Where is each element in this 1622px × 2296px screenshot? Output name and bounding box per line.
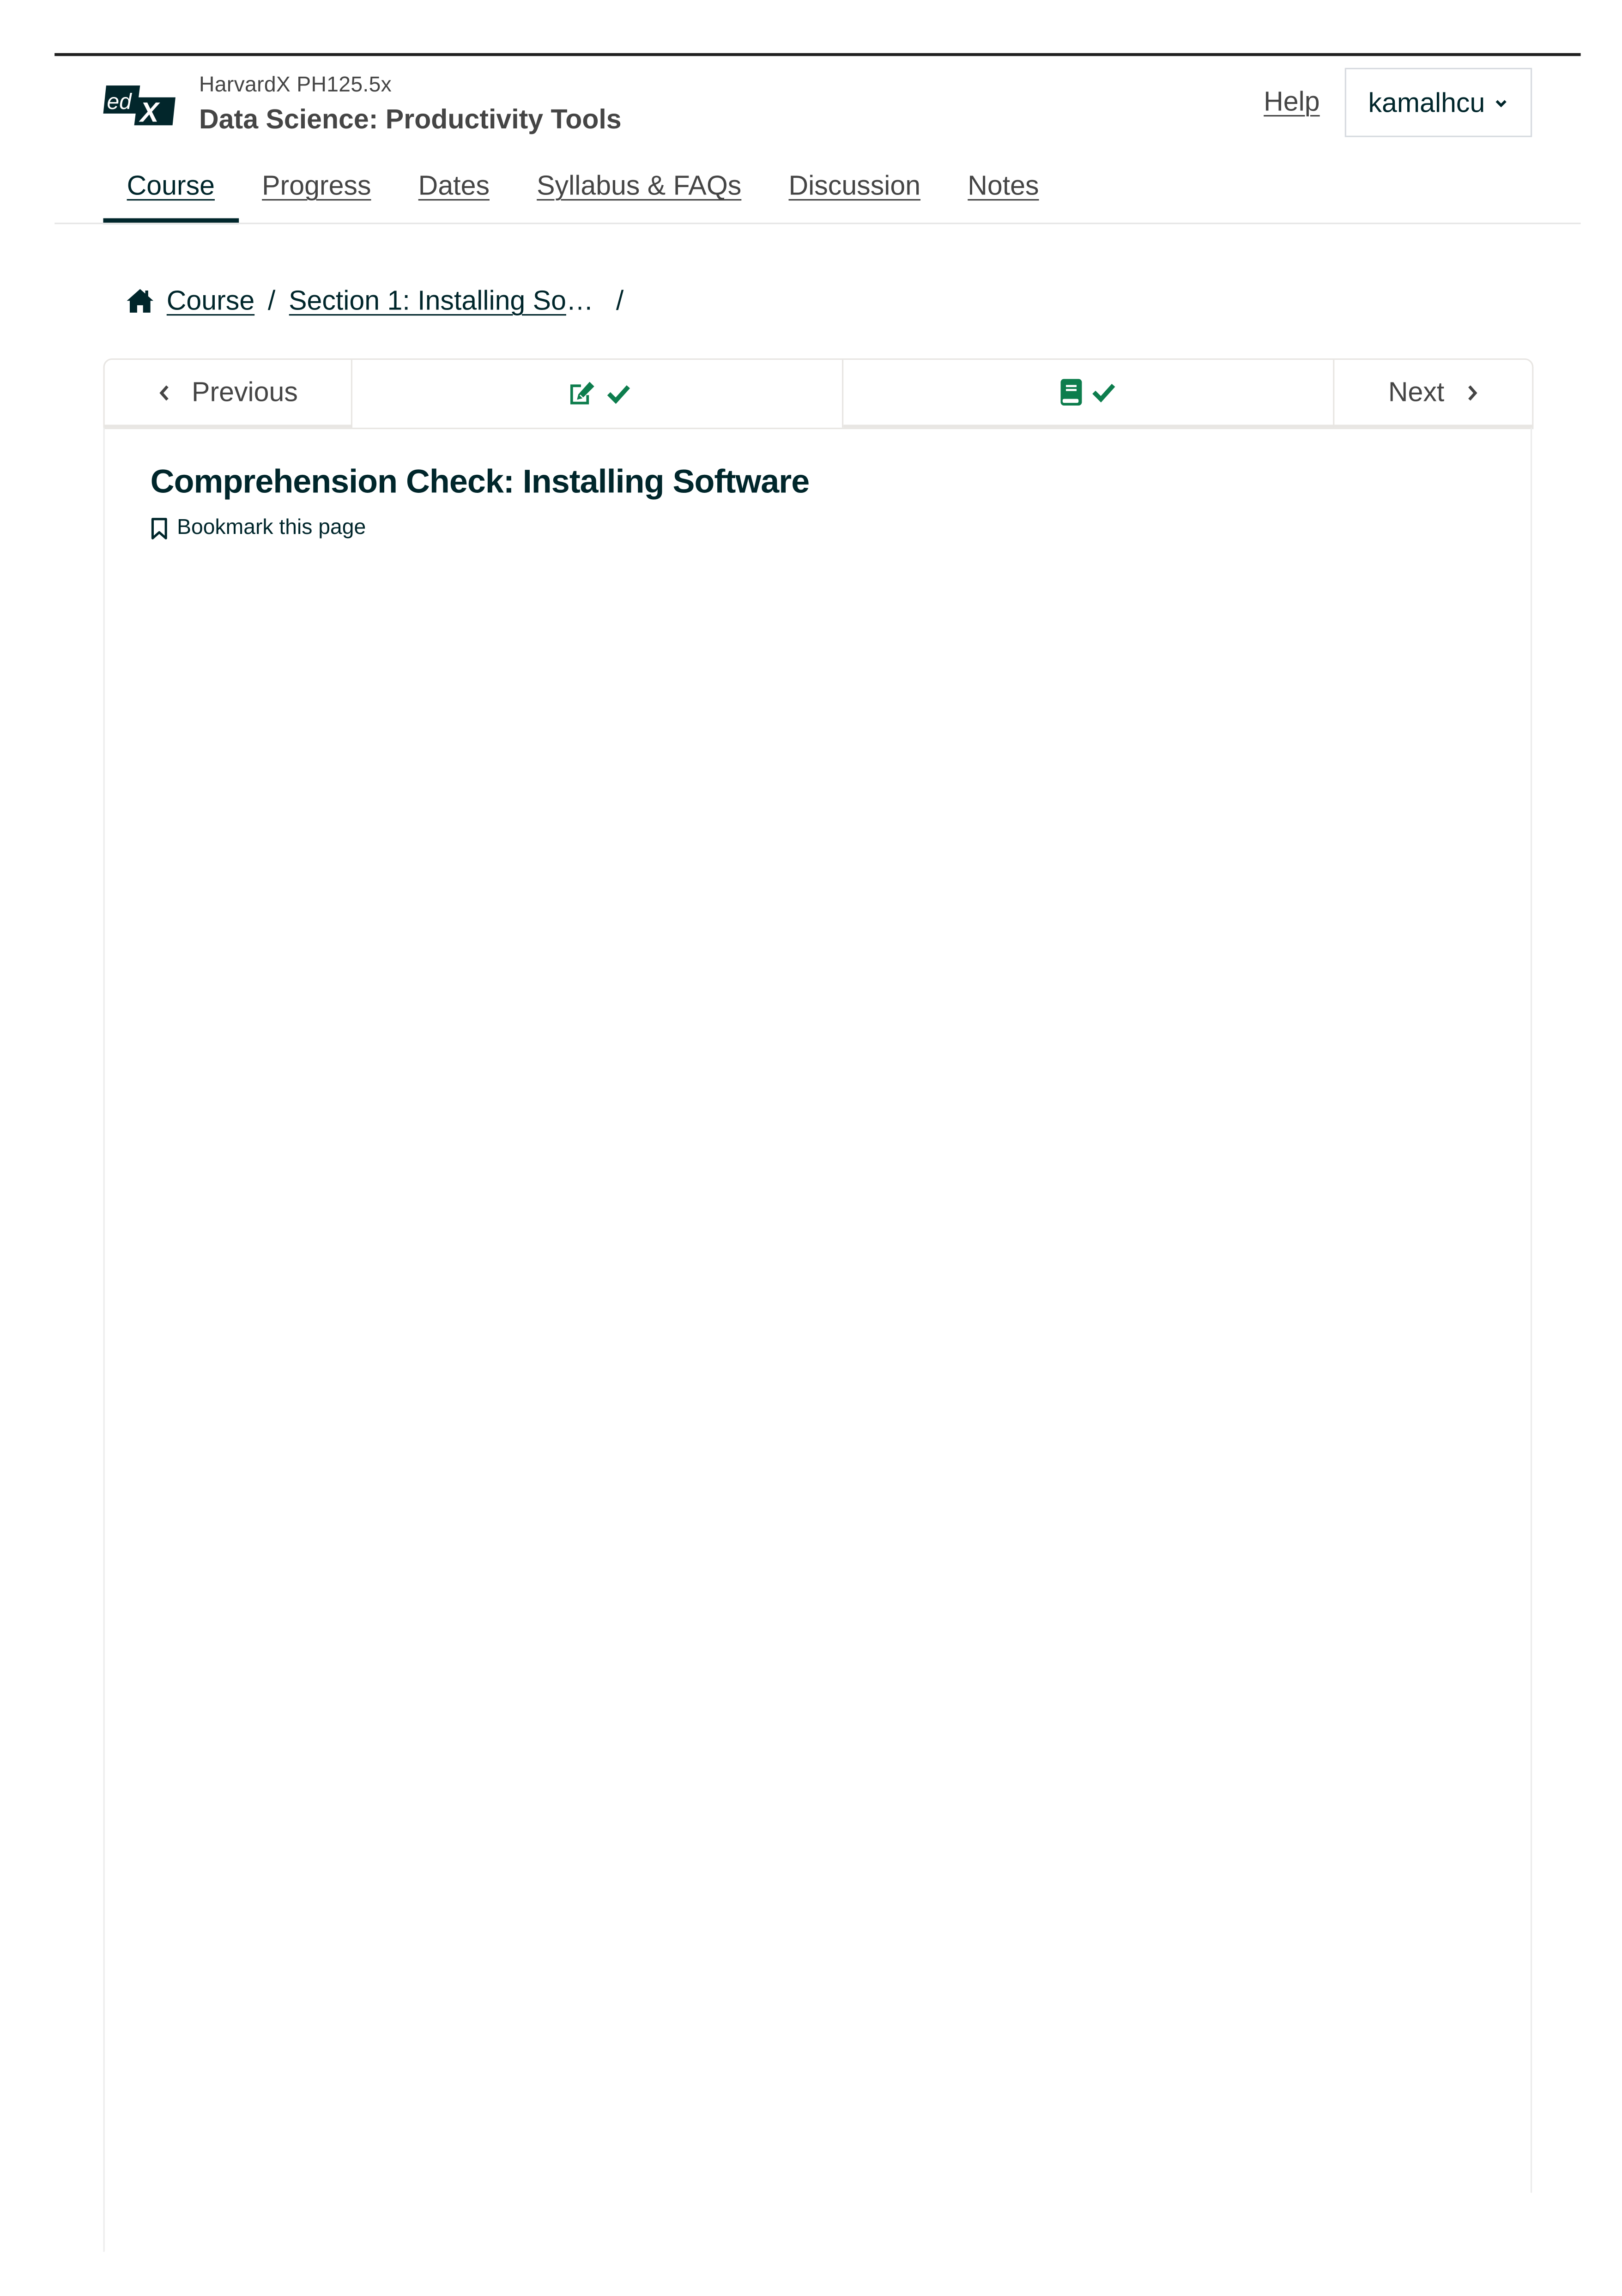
chevron-left-icon <box>159 384 169 400</box>
content-card-border-left <box>103 427 105 2252</box>
edit-icon <box>569 382 594 405</box>
content-card-border-right <box>1531 427 1532 2193</box>
tab-course[interactable]: Course <box>103 165 238 224</box>
chevron-right-icon <box>1467 384 1477 400</box>
bookmark-icon <box>151 517 167 539</box>
chevron-down-icon <box>1495 99 1507 107</box>
help-link[interactable]: Help <box>1264 85 1320 118</box>
sequence-tab-reading[interactable] <box>843 360 1335 428</box>
tabs-divider <box>54 223 1581 224</box>
previous-label: Previous <box>192 376 298 407</box>
next-button[interactable]: Next <box>1334 360 1532 428</box>
check-icon <box>1092 383 1115 403</box>
breadcrumb-section-link[interactable]: Section 1: Installing Software <box>289 285 598 317</box>
unit-title: Comprehension Check: Installing Software <box>150 463 810 500</box>
tab-syllabus-faqs[interactable]: Syllabus & FAQs <box>513 165 765 224</box>
page: ed X HarvardX PH125.5x Data Science: Pro… <box>0 0 1622 2296</box>
next-label: Next <box>1388 376 1445 407</box>
tab-notes[interactable]: Notes <box>944 165 1062 224</box>
bookmark-button[interactable]: Bookmark this page <box>151 516 366 540</box>
edx-logo[interactable]: ed X <box>103 84 177 126</box>
course-org-code: HarvardX PH125.5x <box>199 73 392 97</box>
account-menu-button[interactable]: kamalhcu <box>1344 67 1532 137</box>
unit-navigation: Previous Next <box>103 358 1534 430</box>
top-rule-divider <box>54 53 1581 55</box>
tab-progress[interactable]: Progress <box>238 165 395 224</box>
sequence-tab-problem[interactable] <box>352 360 844 428</box>
book-icon <box>1060 379 1082 406</box>
breadcrumb-separator: / <box>616 285 624 316</box>
tab-discussion[interactable]: Discussion <box>765 165 944 224</box>
previous-button[interactable]: Previous <box>104 360 353 428</box>
course-tabs: Course Progress Dates Syllabus & FAQs Di… <box>103 165 1062 224</box>
course-title: Data Science: Productivity Tools <box>199 103 622 134</box>
bookmark-label: Bookmark this page <box>177 516 366 540</box>
svg-text:ed: ed <box>107 90 132 114</box>
check-icon <box>606 385 629 404</box>
breadcrumb-separator: / <box>267 285 276 316</box>
breadcrumb: Course / Section 1: Installing Software … <box>125 285 637 317</box>
tab-dates[interactable]: Dates <box>395 165 513 224</box>
username: kamalhcu <box>1368 86 1485 117</box>
home-icon[interactable] <box>125 288 155 314</box>
breadcrumb-course-link[interactable]: Course <box>167 285 254 317</box>
svg-text:X: X <box>139 96 160 125</box>
